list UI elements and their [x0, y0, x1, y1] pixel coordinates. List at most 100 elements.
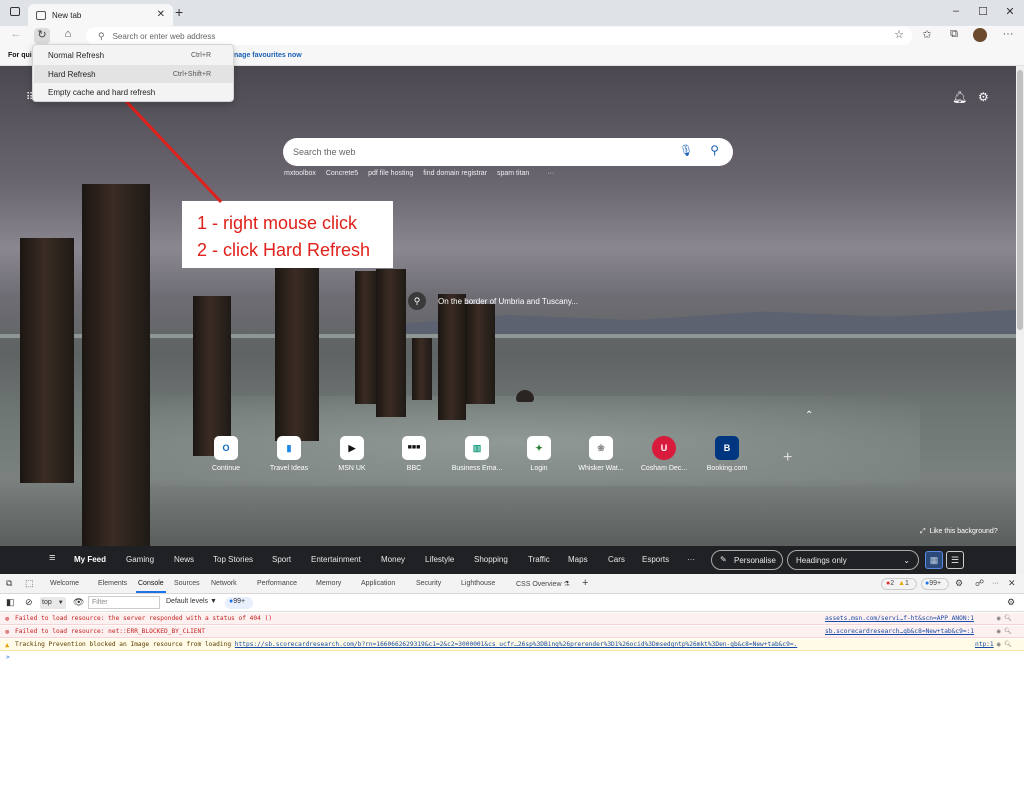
blocked-resource-link[interactable]: https://sb.scorecardresearch.com/b?rn=16…: [235, 641, 798, 648]
feed-item-cars[interactable]: Cars: [608, 555, 625, 564]
row-actions-icon[interactable]: ◉ 🔍︎: [997, 639, 1012, 650]
headings-select[interactable]: Headings only ⌄: [787, 550, 919, 570]
feed-item-lifestyle[interactable]: Lifestyle: [425, 555, 454, 564]
feed-item-gaming[interactable]: Gaming: [126, 555, 154, 564]
connect-icon[interactable]: ☍: [975, 578, 984, 589]
menu-hamburger-icon[interactable]: ≡: [49, 552, 55, 564]
error-warning-counter[interactable]: ●2 ▲1: [881, 578, 917, 590]
devtools-tab-memory[interactable]: Memory: [316, 580, 341, 587]
devtools-tab-network[interactable]: Network: [211, 580, 237, 587]
live-expression-eye-icon[interactable]: 👁︎: [73, 597, 84, 608]
web-search-box[interactable]: Search the web 🎙︎ ⚲: [283, 138, 733, 166]
address-bar[interactable]: ⚲ Search or enter web address: [86, 27, 912, 45]
devtools-settings-gear-icon[interactable]: ⚙: [955, 578, 963, 589]
quick-link-booking[interactable]: B Booking.com: [697, 436, 757, 472]
devtools-tab-console[interactable]: Console: [138, 580, 164, 587]
search-submit-icon[interactable]: ⚲: [710, 143, 719, 157]
context-select[interactable]: top ▼: [40, 597, 66, 609]
settings-more-icon[interactable]: ···: [1000, 28, 1016, 40]
profile-avatar[interactable]: [973, 28, 987, 42]
quick-link-business-email[interactable]: ▥ Business Ema...: [447, 436, 507, 472]
suggestion-more[interactable]: ···: [547, 170, 554, 177]
devtools-tab-security[interactable]: Security: [416, 580, 441, 587]
notifications-bell-icon[interactable]: 🔔︎: [952, 90, 967, 104]
suggestion-item[interactable]: find domain registrar: [423, 170, 487, 177]
devtools-close-icon[interactable]: ✕: [1008, 578, 1016, 589]
devtools-tab-lighthouse[interactable]: Lighthouse: [461, 580, 495, 587]
add-tab-icon[interactable]: +: [582, 577, 588, 589]
feed-item-esports[interactable]: Esports: [642, 555, 669, 564]
feed-item-shopping[interactable]: Shopping: [474, 555, 508, 564]
console-source-link[interactable]: sb.scorecardresearch…gb&c8=New+tab&c9=:1: [825, 626, 974, 637]
list-view-icon[interactable]: ☰: [946, 551, 964, 569]
like-background[interactable]: ⤢ Like this background?: [920, 528, 998, 536]
page-settings-gear-icon[interactable]: ⚙: [978, 90, 989, 104]
devtools-tab-performance[interactable]: Performance: [257, 580, 297, 587]
suggestion-item[interactable]: pdf file hosting: [368, 170, 413, 177]
device-toolbar-icon[interactable]: ⧉: [6, 578, 12, 589]
feed-item-sport[interactable]: Sport: [272, 555, 291, 564]
feed-item-entertainment[interactable]: Entertainment: [311, 555, 361, 564]
manage-favourites-link[interactable]: nage favourites now: [234, 52, 302, 59]
quick-link-bbc[interactable]: ■■■ BBC: [384, 436, 444, 472]
suggestion-item[interactable]: spam titan: [497, 170, 529, 177]
home-icon[interactable]: ⌂: [60, 28, 76, 40]
tab-close-icon[interactable]: ✕: [157, 9, 165, 20]
chevron-up-icon[interactable]: ⌃: [805, 410, 813, 421]
devtools-tab-elements[interactable]: Elements: [98, 580, 127, 587]
console-source-link[interactable]: assets.msn.com/servi…f-ht&scn=APP_ANON:1: [825, 613, 974, 624]
back-arrow-icon[interactable]: ←: [8, 28, 24, 40]
feed-item-top-stories[interactable]: Top Stories: [213, 555, 253, 564]
console-issues-badge[interactable]: ●99+: [225, 597, 253, 609]
tab-new-tab[interactable]: New tab ✕: [28, 4, 173, 26]
quick-link-msn-uk[interactable]: ▶ MSN UK: [322, 436, 382, 472]
new-tab-button[interactable]: +: [175, 4, 183, 20]
add-quick-link-icon[interactable]: +: [783, 449, 792, 467]
sidebar-toggle-icon[interactable]: ◧: [6, 597, 15, 608]
quick-link-whisker[interactable]: ❀ Whisker Wat...: [571, 436, 631, 472]
console-source-link[interactable]: ntp:1: [975, 639, 994, 650]
collections-icon[interactable]: ⧉: [946, 28, 962, 41]
quick-link-travel-ideas[interactable]: ▮ Travel Ideas: [259, 436, 319, 472]
minimize-button[interactable]: –: [947, 5, 965, 17]
console-settings-gear-icon[interactable]: ⚙: [1007, 597, 1015, 608]
quick-link-continue[interactable]: O Continue: [196, 436, 256, 472]
devtools-tab-css-overview[interactable]: CSS Overview ⚗: [516, 580, 570, 588]
personalise-button[interactable]: ✎ Personalise: [711, 550, 783, 570]
maximize-button[interactable]: ☐: [974, 5, 992, 18]
feed-item-traffic[interactable]: Traffic: [528, 555, 550, 564]
log-levels-dropdown[interactable]: Default levels ▼: [166, 598, 217, 605]
feed-item-my-feed[interactable]: My Feed: [74, 555, 106, 564]
menu-item-normal-refresh[interactable]: Normal Refresh Ctrl+R: [34, 46, 233, 64]
suggestion-item[interactable]: Concrete5: [326, 170, 358, 177]
add-favourite-icon[interactable]: ☆: [891, 28, 907, 41]
clear-console-icon[interactable]: ⊘: [25, 597, 33, 608]
quick-link-cosham[interactable]: U Cosham Dec...: [634, 436, 694, 472]
issues-counter[interactable]: ●99+: [921, 578, 949, 590]
devtools-more-icon[interactable]: ···: [992, 580, 999, 587]
inspect-element-icon[interactable]: ⬚: [25, 578, 34, 589]
grid-view-icon[interactable]: ▦: [925, 551, 943, 569]
console-filter-input[interactable]: Filter: [88, 596, 160, 609]
tab-actions-icon[interactable]: [10, 7, 20, 16]
page-scrollbar-thumb[interactable]: [1017, 70, 1023, 330]
microphone-icon[interactable]: 🎙︎: [679, 144, 693, 157]
row-actions-icon[interactable]: ◉ 🔍︎: [997, 613, 1012, 624]
devtools-tab-application[interactable]: Application: [361, 580, 395, 587]
row-actions-icon[interactable]: ◉ 🔍︎: [997, 626, 1012, 637]
menu-item-hard-refresh[interactable]: Hard Refresh Ctrl+Shift+R: [34, 65, 233, 83]
devtools-tab-welcome[interactable]: Welcome: [50, 580, 79, 587]
feed-more[interactable]: ···: [687, 555, 695, 564]
close-window-button[interactable]: ✕: [1001, 5, 1019, 18]
suggestion-item[interactable]: mxtoolbox: [284, 170, 316, 177]
devtools-tab-sources[interactable]: Sources: [174, 580, 200, 587]
refresh-icon[interactable]: ↻: [34, 28, 50, 44]
image-caption[interactable]: ⚲ On the border of Umbria and Tuscany...: [408, 292, 578, 310]
menu-item-empty-cache[interactable]: Empty cache and hard refresh: [34, 83, 233, 101]
console-prompt[interactable]: >: [0, 652, 1024, 664]
feed-item-maps[interactable]: Maps: [568, 555, 588, 564]
feed-item-money[interactable]: Money: [381, 555, 405, 564]
feed-item-news[interactable]: News: [174, 555, 194, 564]
quick-link-login[interactable]: ✦ Login: [509, 436, 569, 472]
favourites-icon[interactable]: ✩: [919, 28, 935, 41]
